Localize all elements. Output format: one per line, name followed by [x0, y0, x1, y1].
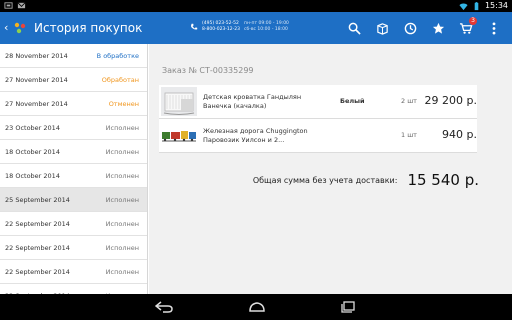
clock-icon — [404, 22, 416, 34]
app-logo-icon[interactable] — [12, 20, 28, 36]
order-date: 28 November 2014 — [5, 51, 68, 60]
phone-number-2: 8-800-023-12-23 — [202, 27, 240, 32]
cart-count-badge: 3 — [469, 17, 477, 25]
order-date: 22 September 2014 — [5, 243, 70, 252]
order-status: Исполнен — [105, 171, 139, 180]
order-list-item[interactable]: 27 November 2014 Отменен — [0, 92, 147, 116]
total-label: Общая сумма без учета доставки: — [252, 175, 398, 185]
order-detail-panel: Заказ № СТ-00335299 Детская кроватка Ган… — [149, 44, 512, 294]
search-button[interactable] — [344, 18, 364, 38]
order-status: Отменен — [108, 99, 139, 108]
order-number: Заказ № СТ-00335299 — [162, 66, 254, 75]
cart-button[interactable]: 3 — [456, 17, 477, 38]
order-status: Исполнен — [105, 123, 139, 132]
order-date: 22 September 2014 — [5, 267, 70, 276]
order-status: Исполнен — [105, 195, 139, 204]
item-price: 940 р. — [442, 128, 477, 141]
order-status: Исполнен — [105, 267, 139, 276]
total-value: 15 540 р. — [407, 171, 479, 189]
order-date: 18 October 2014 — [5, 171, 60, 180]
order-list-item[interactable]: 18 October 2014 Исполнен — [0, 164, 147, 188]
more-vertical-icon — [492, 21, 496, 35]
order-list-item[interactable]: 22 September 2014 Исполнен — [0, 212, 147, 236]
item-color: Белый — [340, 97, 365, 105]
status-time: 15:34 — [484, 1, 508, 10]
favorites-button[interactable] — [428, 18, 448, 38]
order-status: Исполнен — [105, 147, 139, 156]
search-icon — [348, 22, 361, 35]
navigation-bar — [0, 294, 512, 320]
nav-recents-button[interactable] — [338, 299, 358, 315]
contact-info: (495) 023-52-52 8-800-023-12-23 пн-пт 09… — [190, 21, 289, 33]
order-item[interactable]: Железная дорога Chuggington Паровозик Уи… — [159, 119, 477, 153]
order-date: 22 September 2014 — [5, 219, 70, 228]
orders-list[interactable]: 28 November 2014 В обработке 27 November 2… — [0, 44, 148, 294]
action-bar: ‹ История покупок (495) 023-52-52 8-800-… — [0, 12, 512, 44]
hours-weekend: сб-вс 10:00 - 18:00 — [244, 27, 288, 32]
order-date: 27 November 2014 — [5, 99, 68, 108]
order-list-item[interactable]: 25 September 2014 Исполнен — [0, 188, 147, 212]
home-icon — [249, 302, 265, 312]
wifi-icon — [459, 3, 468, 10]
back-arrow-icon — [155, 301, 173, 313]
item-name: Железная дорога Chuggington Паровозик Уи… — [203, 127, 308, 144]
order-item[interactable]: Детская кроватка Гандылян Ванечка (качал… — [159, 85, 477, 119]
order-list-item[interactable]: 22 September 2014 Исполнен — [0, 260, 147, 284]
train-set-product-image — [161, 121, 197, 150]
order-status: Исполнен — [105, 243, 139, 252]
status-bar: 15:34 — [0, 0, 512, 12]
order-list-item[interactable]: 28 November 2014 В обработке — [0, 44, 147, 68]
mail-notification-icon — [17, 2, 26, 9]
item-quantity: 1 шт — [401, 131, 417, 139]
item-price: 29 200 р. — [424, 94, 477, 107]
phone-icon — [191, 23, 198, 30]
nav-home-button[interactable] — [247, 299, 267, 315]
order-date: 18 October 2014 — [5, 147, 60, 156]
order-status: Исполнен — [105, 219, 139, 228]
overflow-menu-button[interactable] — [484, 18, 504, 38]
nav-back-button[interactable] — [154, 299, 174, 315]
screenshot-notification-icon — [4, 2, 13, 9]
chevron-left-icon[interactable]: ‹ — [4, 20, 8, 36]
order-status: В обработке — [96, 51, 139, 60]
order-list-item[interactable]: 27 November 2014 Обработан — [0, 68, 147, 92]
order-date: 25 September 2014 — [5, 195, 70, 204]
page-title: История покупок — [34, 21, 143, 35]
history-button[interactable] — [400, 18, 420, 38]
order-list-item[interactable]: 22 September 2014 Исполнен — [0, 236, 147, 260]
order-total: Общая сумма без учета доставки: 15 540 р… — [159, 171, 479, 189]
order-list-item[interactable]: 23 October 2014 Исполнен — [0, 116, 147, 140]
order-date: 27 November 2014 — [5, 75, 68, 84]
recents-icon — [341, 301, 355, 313]
battery-icon — [474, 1, 479, 10]
crib-product-image — [161, 87, 197, 116]
content-area: 28 November 2014 В обработке 27 November 2… — [0, 44, 512, 294]
item-quantity: 2 шт — [401, 97, 417, 105]
item-name: Детская кроватка Гандылян Ванечка (качал… — [203, 93, 302, 110]
order-date: 23 October 2014 — [5, 123, 60, 132]
order-list-item[interactable]: 22 September 2014Исполнен — [0, 284, 147, 295]
star-icon — [432, 22, 444, 34]
catalog-button[interactable] — [372, 18, 392, 38]
order-list-item[interactable]: 18 October 2014 Исполнен — [0, 140, 147, 164]
order-status: Обработан — [101, 75, 139, 84]
order-items: Детская кроватка Гандылян Ванечка (качал… — [159, 85, 477, 153]
box-icon — [376, 22, 388, 35]
